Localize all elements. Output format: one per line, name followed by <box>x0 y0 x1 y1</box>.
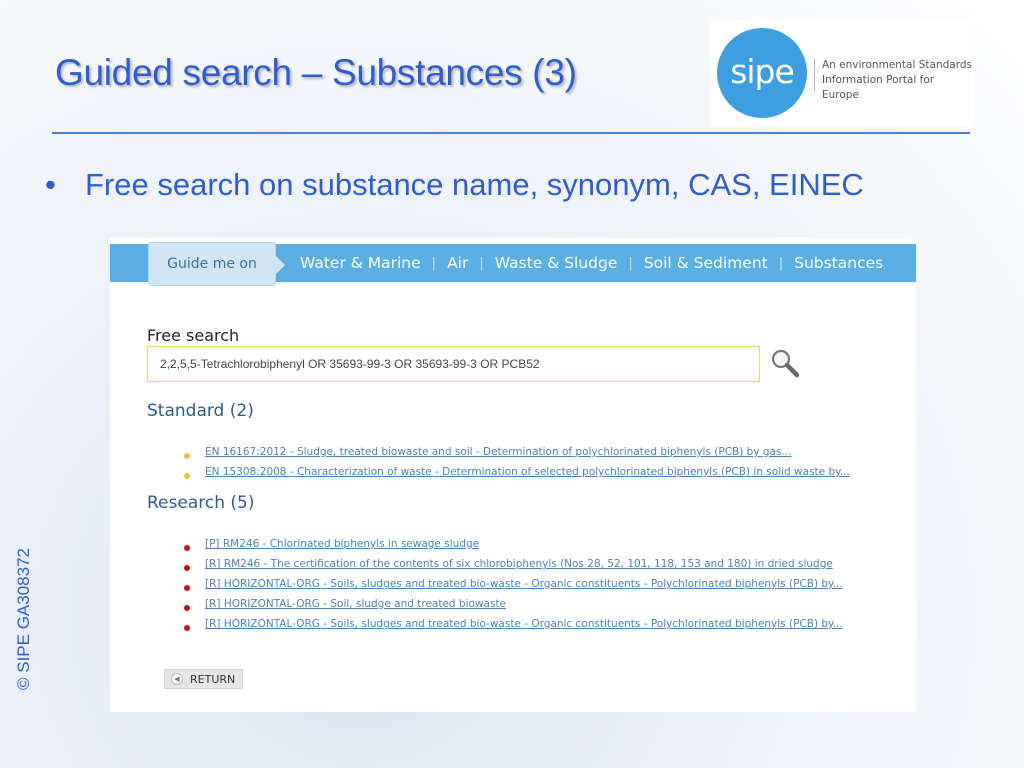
red-bullet-icon <box>184 585 190 591</box>
sipe-logo: sipe An environmental Standards Informat… <box>710 20 974 126</box>
red-bullet-icon <box>184 545 190 551</box>
guide-tab-arrow-icon <box>275 255 285 275</box>
slide-title: Guided search – Substances (3) <box>55 52 577 93</box>
list-item: [R] HORIZONTAL-ORG - Soils, sludges and … <box>184 574 843 594</box>
standard-heading: Standard (2) <box>147 401 254 421</box>
research-result-link[interactable]: [R] HORIZONTAL-ORG - Soil, sludge and tr… <box>205 598 506 610</box>
list-item: EN 15308:2008 - Characterization of wast… <box>184 462 850 482</box>
free-search-label: Free search <box>147 326 240 345</box>
logo-divider <box>814 58 815 92</box>
yellow-bullet-icon <box>184 473 190 479</box>
return-label: RETURN <box>190 672 236 686</box>
red-bullet-icon <box>184 565 190 571</box>
nav-separator: | <box>628 255 633 271</box>
standard-result-link[interactable]: EN 15308:2008 - Characterization of wast… <box>205 466 850 478</box>
nav-separator: | <box>431 255 437 271</box>
return-button[interactable]: ◀ RETURN <box>164 669 243 689</box>
list-item: [R] HORIZONTAL-ORG - Soil, sludge and tr… <box>184 594 843 614</box>
back-arrow-icon: ◀ <box>171 673 183 685</box>
research-results-list: [P] RM246 - Chlorinated biphenyls in sew… <box>184 534 843 634</box>
logo-tagline-line2: Information Portal for Europe <box>822 74 935 101</box>
magnifier-icon[interactable] <box>770 348 800 378</box>
standard-results-list: EN 16167:2012 - Sludge, treated biowaste… <box>184 442 850 482</box>
logo-tagline: An environmental Standards Information P… <box>822 58 972 103</box>
nav-item-waste-sludge[interactable]: Waste & Sludge <box>495 254 618 272</box>
research-result-link[interactable]: [R] RM246 - The certification of the con… <box>205 558 833 570</box>
nav-separator: | <box>778 255 784 271</box>
nav-separator: | <box>479 255 484 271</box>
nav-item-water-marine[interactable]: Water & Marine <box>300 254 421 272</box>
nav-item-air[interactable]: Air <box>447 254 468 272</box>
yellow-bullet-icon <box>184 453 190 459</box>
nav-item-substances[interactable]: Substances <box>794 254 883 272</box>
guide-me-on-tab[interactable]: Guide me on <box>148 242 276 286</box>
title-divider <box>52 132 970 134</box>
research-result-link[interactable]: [R] HORIZONTAL-ORG - Soils, sludges and … <box>205 618 843 630</box>
list-item: EN 16167:2012 - Sludge, treated biowaste… <box>184 442 850 462</box>
logo-tagline-line1: An environmental Standards <box>822 59 972 71</box>
bullet-symbol: • <box>45 167 56 202</box>
red-bullet-icon <box>184 625 190 631</box>
nav-menu: Water & Marine | Air | Waste & Sludge | … <box>300 244 883 282</box>
research-result-link[interactable]: [P] RM246 - Chlorinated biphenyls in sew… <box>205 538 479 550</box>
research-result-link[interactable]: [R] HORIZONTAL-ORG - Soils, sludges and … <box>205 578 843 590</box>
red-bullet-icon <box>184 605 190 611</box>
nav-item-soil-sediment[interactable]: Soil & Sediment <box>644 254 768 272</box>
logo-circle: sipe <box>717 28 807 118</box>
list-item: [R] RM246 - The certification of the con… <box>184 554 843 574</box>
copyright-notice: © SIPE GA308372 <box>14 547 33 690</box>
standard-result-link[interactable]: EN 16167:2012 - Sludge, treated biowaste… <box>205 446 791 458</box>
bullet-text: Free search on substance name, synonym, … <box>85 167 864 202</box>
list-item: [P] RM246 - Chlorinated biphenyls in sew… <box>184 534 843 554</box>
free-search-input[interactable] <box>147 346 760 382</box>
research-heading: Research (5) <box>147 493 255 513</box>
slide-bullet: • Free search on substance name, synonym,… <box>45 167 864 203</box>
search-results-panel: Guide me on Water & Marine | Air | Waste… <box>110 238 916 712</box>
logo-word: sipe <box>730 51 795 91</box>
list-item: [R] HORIZONTAL-ORG - Soils, sludges and … <box>184 614 843 634</box>
